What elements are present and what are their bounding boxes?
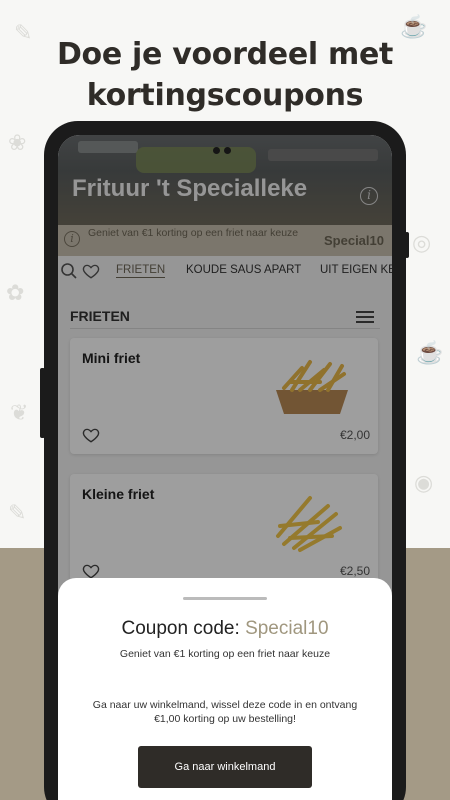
page-headline: Doe je voordeel met kortingscoupons <box>0 34 450 116</box>
doodle-icon: ✿ <box>6 280 25 305</box>
doodle-icon: ❀ <box>8 130 27 155</box>
headline-line-2: kortingscoupons <box>86 78 364 113</box>
doodle-icon: ◉ <box>414 470 434 495</box>
headline-line-1: Doe je voordeel met <box>56 37 394 72</box>
phone-side-button <box>40 368 45 438</box>
coupon-label: Coupon code: <box>121 618 246 639</box>
coupon-bottom-sheet: Coupon code: Special10 Geniet van €1 kor… <box>58 578 392 800</box>
coupon-description: Ga naar uw winkelmand, wissel deze code … <box>92 699 358 725</box>
doodle-icon: ☕ <box>416 340 444 365</box>
phone-side-button <box>405 232 409 258</box>
go-to-cart-button[interactable]: Ga naar winkelmand <box>138 746 312 788</box>
doodle-icon: ◎ <box>412 230 432 255</box>
coupon-code: Special10 <box>245 618 329 639</box>
coupon-heading: Coupon code: Special10 <box>58 618 392 640</box>
coupon-subtitle: Geniet van €1 korting op een friet naar … <box>119 648 331 660</box>
doodle-icon: ✎ <box>8 500 27 525</box>
drag-handle[interactable] <box>183 597 267 600</box>
doodle-icon: ❦ <box>10 400 29 425</box>
